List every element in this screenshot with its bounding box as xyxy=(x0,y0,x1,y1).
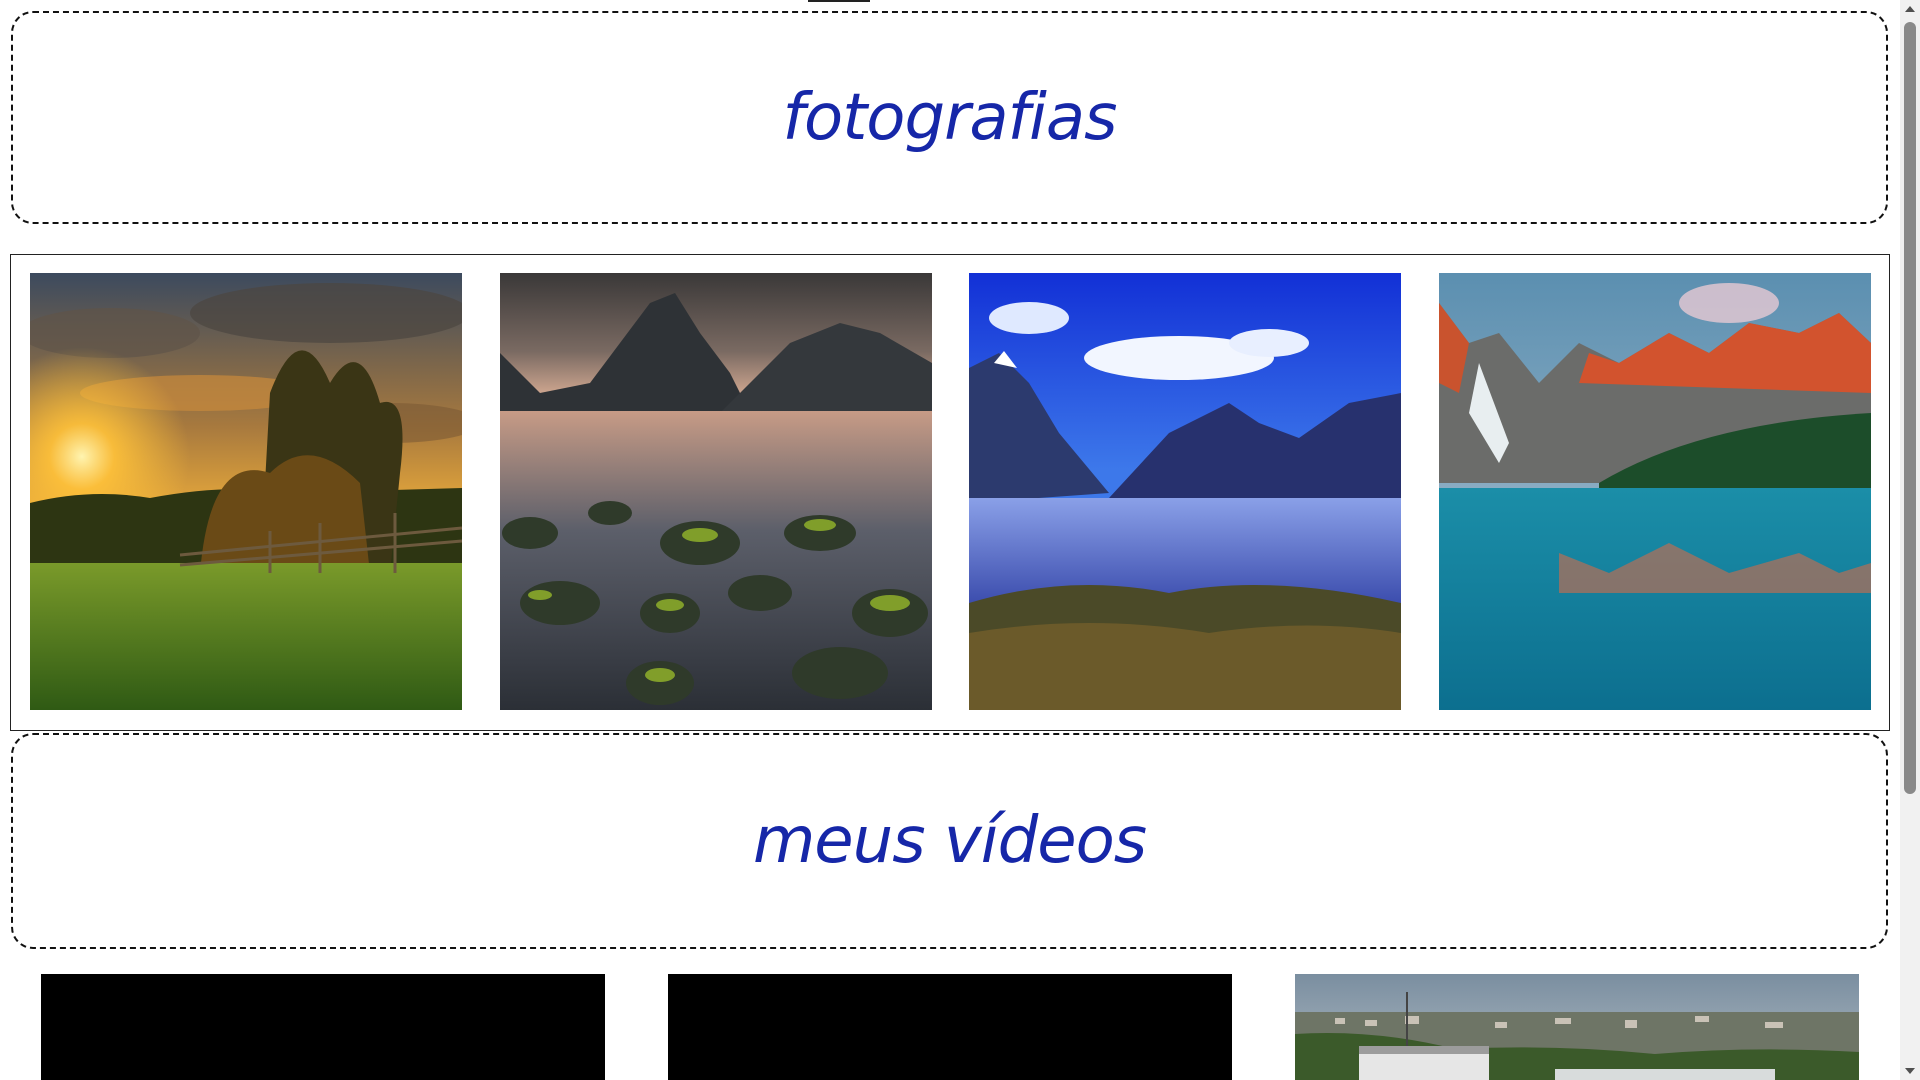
blue-fjord-lake-photo[interactable] xyxy=(969,273,1401,710)
sunset-meadow-photo[interactable] xyxy=(30,273,462,710)
scroll-thumb[interactable] xyxy=(1904,22,1916,794)
photo-gallery xyxy=(10,254,1890,731)
top-edge-tab xyxy=(808,0,870,2)
photos-heading-box: fotografias xyxy=(11,11,1888,224)
vertical-scrollbar[interactable] xyxy=(1900,0,1920,1080)
video-player-1[interactable] xyxy=(41,974,605,1080)
scroll-down-arrow-icon[interactable] xyxy=(1905,1068,1915,1074)
video-player-3[interactable] xyxy=(1295,974,1859,1080)
photos-title: fotografias xyxy=(782,80,1118,155)
video-player-2[interactable] xyxy=(668,974,1232,1080)
videos-row xyxy=(0,974,1900,1080)
page: fotografias meus vídeos xyxy=(0,0,1900,1080)
mountain-rocks-lake-photo[interactable] xyxy=(500,273,932,710)
scroll-up-arrow-icon[interactable] xyxy=(1905,6,1915,12)
videos-title: meus vídeos xyxy=(752,804,1147,878)
turquoise-mountain-lake-photo[interactable] xyxy=(1439,273,1871,710)
videos-heading-box: meus vídeos xyxy=(11,733,1888,949)
